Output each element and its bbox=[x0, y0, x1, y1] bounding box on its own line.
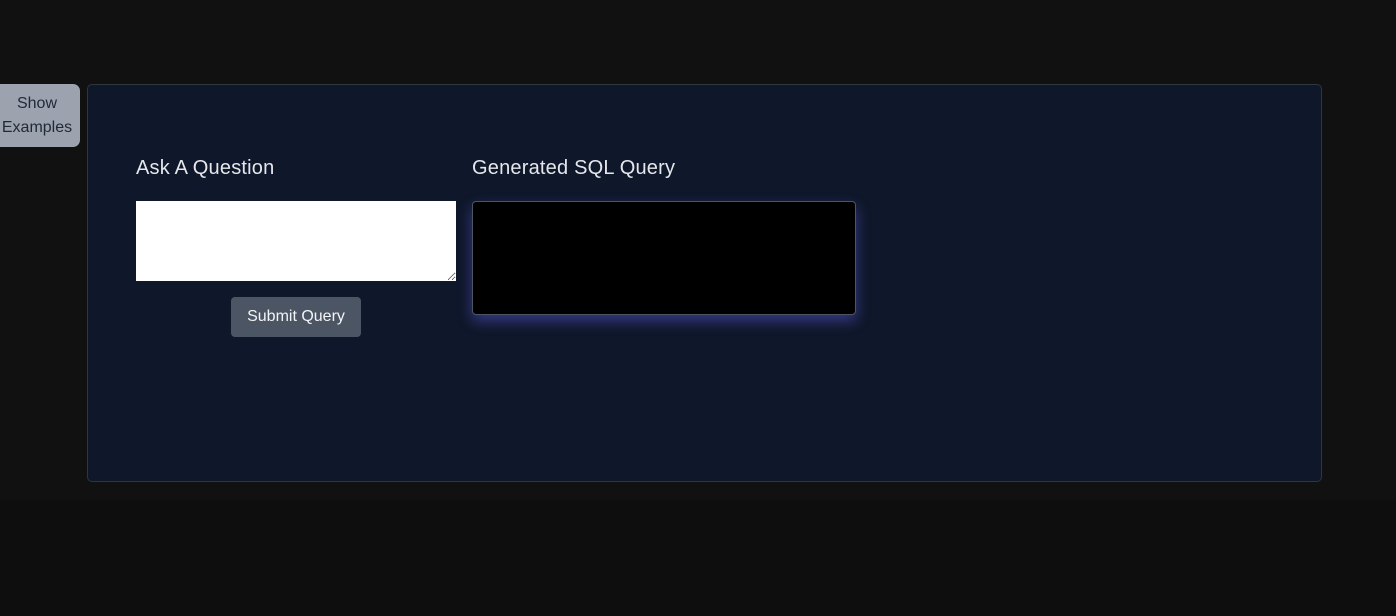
submit-query-button[interactable]: Submit Query bbox=[231, 297, 361, 337]
generated-sql-output bbox=[472, 201, 856, 315]
query-panel: Ask A Question Submit Query Generated SQ… bbox=[87, 84, 1322, 482]
generated-sql-label: Generated SQL Query bbox=[472, 157, 676, 179]
question-input[interactable] bbox=[136, 201, 456, 281]
show-examples-label: Show Examples bbox=[1, 94, 73, 136]
show-examples-button[interactable]: Show Examples bbox=[0, 84, 80, 147]
ask-question-label: Ask A Question bbox=[136, 157, 275, 179]
